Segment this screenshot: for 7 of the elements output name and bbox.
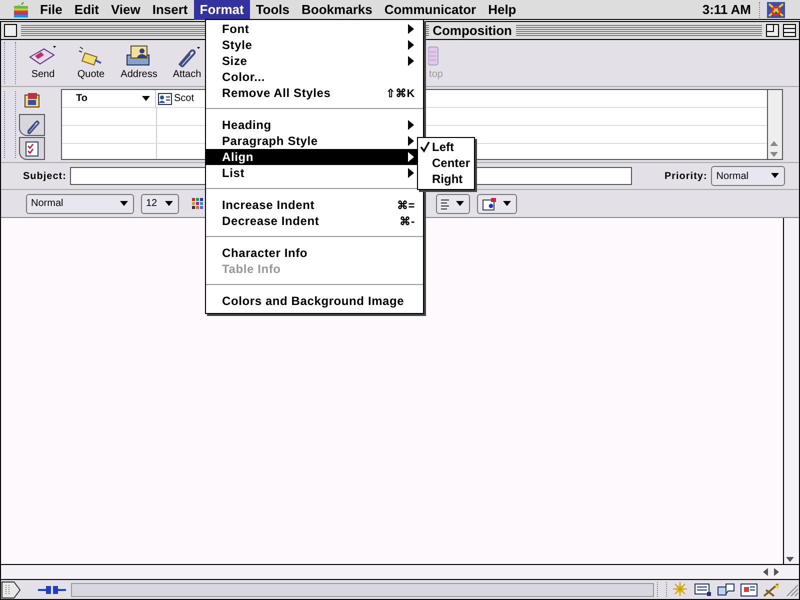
shortcut: ⇧⌘K <box>386 86 415 100</box>
shortcut: ⌘- <box>400 214 415 228</box>
priority-label: Priority: <box>664 170 708 182</box>
subject-label: Subject: <box>23 170 66 182</box>
shortcut: ⌘= <box>396 198 415 212</box>
window-title: Composition <box>432 23 512 38</box>
clock: 3:11 AM <box>702 2 751 17</box>
